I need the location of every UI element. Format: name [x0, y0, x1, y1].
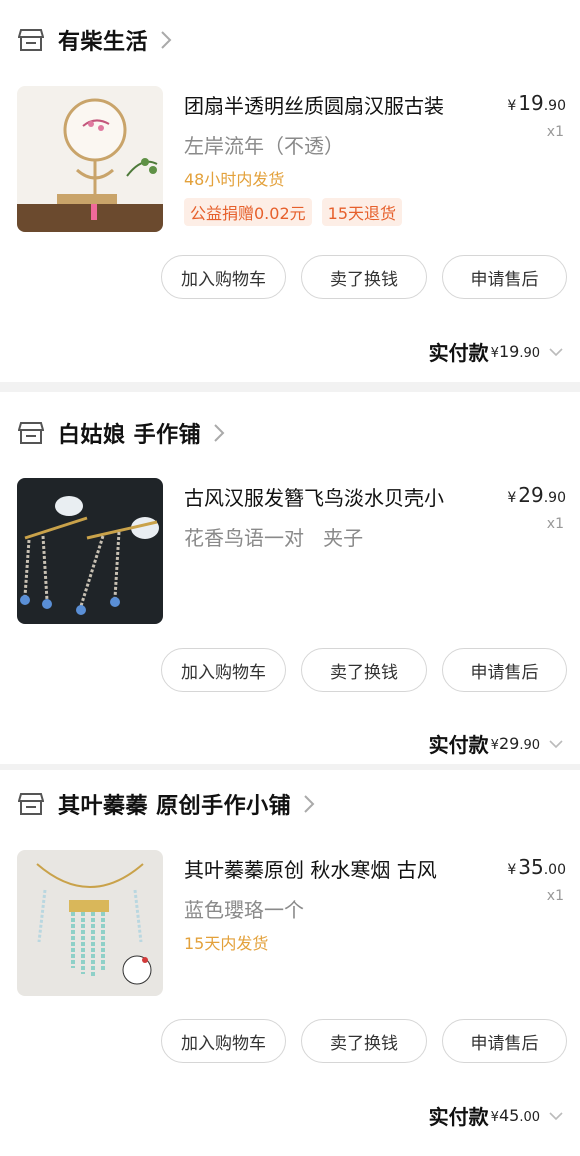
- add-to-cart-button[interactable]: 加入购物车: [161, 648, 286, 692]
- paid-label: 实付款: [428, 733, 489, 757]
- product-image[interactable]: [17, 850, 163, 996]
- product-price: ¥29.90: [507, 483, 566, 507]
- tag-donation: 公益捐赠0.02元: [184, 198, 312, 226]
- shipping-note: 15天内发货: [184, 934, 269, 953]
- order-card: 其叶蓁蓁 原创手作小铺 其叶蓁蓁原创 秋水寒烟 古风 ¥35.00 x1 蓝色瓔…: [0, 770, 580, 1156]
- order-card: 白姑娘 手作铺 古风汉服发簪飞鸟淡水贝壳小 ¥29.90 x1 花香鸟语一对 夹…: [0, 392, 580, 764]
- product-spec: 花香鸟语一对 夹子: [184, 526, 364, 550]
- store-icon: [18, 793, 44, 815]
- tag-list: 公益捐赠0.02元 15天退货: [184, 198, 403, 226]
- paid-amount[interactable]: 实付款 ¥19.90: [429, 337, 564, 366]
- quantity: x1: [546, 516, 564, 532]
- quantity: x1: [546, 124, 564, 140]
- chevron-down-icon: [549, 739, 563, 748]
- product-image[interactable]: [17, 478, 163, 624]
- resell-button[interactable]: 卖了换钱: [301, 648, 427, 692]
- store-icon: [18, 422, 44, 444]
- paid-label: 实付款: [428, 1105, 489, 1129]
- product-image[interactable]: [17, 86, 163, 232]
- paid-amount[interactable]: 实付款 ¥45.00: [429, 1101, 564, 1130]
- paid-amount[interactable]: 实付款 ¥29.90: [429, 729, 564, 758]
- shop-header[interactable]: 白姑娘 手作铺: [18, 413, 225, 453]
- product-price: ¥35.00: [507, 855, 566, 879]
- store-icon: [18, 29, 44, 51]
- order-card: 有柴生活 团扇半透明丝质圆扇汉服古装 ¥19.90 x1 左岸流年（不透） 48…: [0, 0, 580, 382]
- after-sale-button[interactable]: 申请售后: [442, 1019, 567, 1063]
- add-to-cart-button[interactable]: 加入购物车: [161, 1019, 286, 1063]
- shop-name: 其叶蓁蓁 原创手作小铺: [58, 794, 292, 819]
- tag-return: 15天退货: [321, 198, 403, 226]
- after-sale-button[interactable]: 申请售后: [442, 648, 567, 692]
- product-title[interactable]: 团扇半透明丝质圆扇汉服古装: [184, 90, 484, 119]
- quantity: x1: [546, 888, 564, 904]
- chevron-right-icon: [214, 424, 225, 442]
- paid-label: 实付款: [428, 341, 489, 365]
- product-title[interactable]: 其叶蓁蓁原创 秋水寒烟 古风: [184, 854, 484, 883]
- product-spec: 蓝色瓔珞一个: [184, 898, 304, 922]
- product-spec: 左岸流年（不透）: [184, 134, 344, 158]
- shop-name: 白姑娘 手作铺: [58, 423, 202, 448]
- add-to-cart-button[interactable]: 加入购物车: [161, 255, 286, 299]
- resell-button[interactable]: 卖了换钱: [301, 255, 427, 299]
- resell-button[interactable]: 卖了换钱: [301, 1019, 427, 1063]
- chevron-down-icon: [549, 1111, 563, 1120]
- shop-header[interactable]: 其叶蓁蓁 原创手作小铺: [18, 784, 315, 824]
- shipping-note: 48小时内发货: [184, 170, 285, 189]
- product-price: ¥19.90: [507, 91, 566, 115]
- chevron-right-icon: [304, 795, 315, 813]
- shop-header[interactable]: 有柴生活: [18, 20, 172, 60]
- shop-name: 有柴生活: [58, 30, 149, 55]
- chevron-down-icon: [549, 347, 563, 356]
- chevron-right-icon: [161, 31, 172, 49]
- after-sale-button[interactable]: 申请售后: [442, 255, 567, 299]
- product-title[interactable]: 古风汉服发簪飞鸟淡水贝壳小: [184, 482, 484, 511]
